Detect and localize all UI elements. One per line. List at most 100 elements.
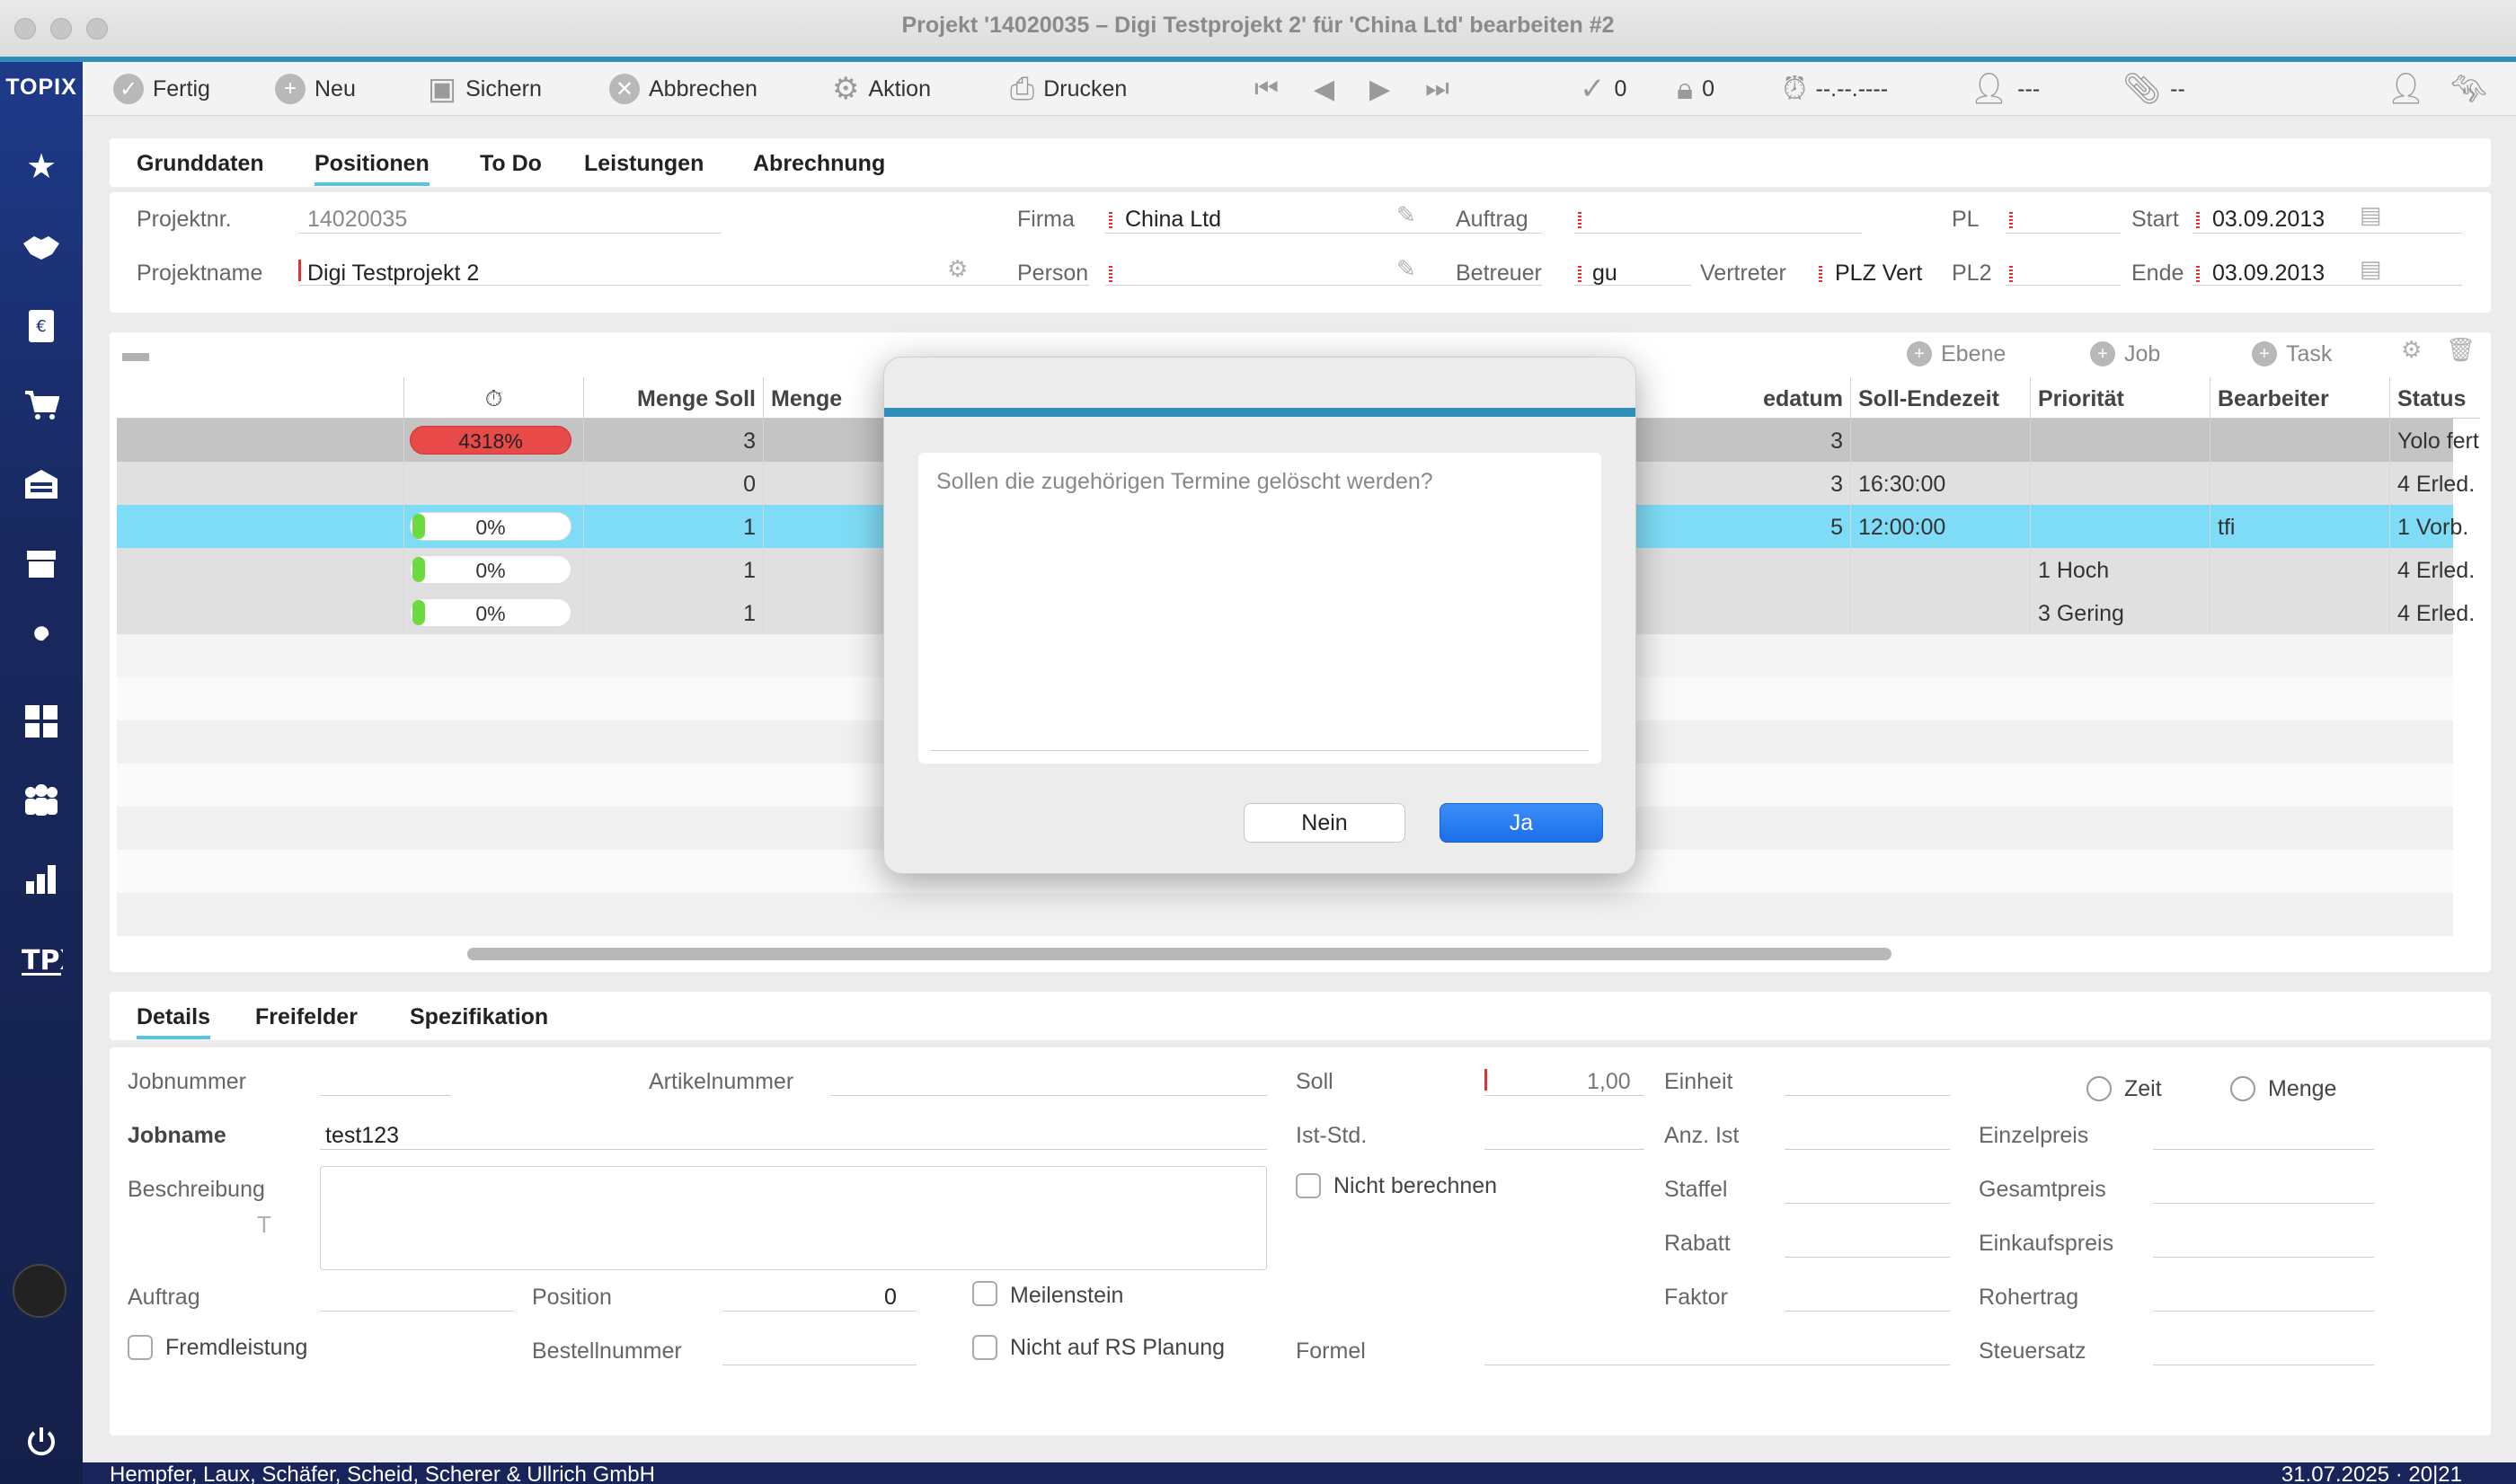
tpx-icon[interactable]: TPX [18,935,65,982]
lock-counter[interactable]: 🔒︎ 0 [1677,72,1714,106]
cell [1635,591,1851,634]
tab-todo[interactable]: To Do [480,151,542,177]
vertreter-value[interactable]: PLZ Vert [1835,261,1922,287]
faktor-field[interactable] [1785,1277,1950,1312]
action-button[interactable]: ⚙ Aktion [832,72,931,106]
wrench-icon[interactable] [18,619,65,666]
formel-field[interactable] [1484,1331,1950,1365]
pl-field[interactable] [2006,199,2121,234]
column-header[interactable] [117,377,404,419]
bestellnummer-field[interactable] [722,1331,917,1365]
archive-icon[interactable] [18,540,65,587]
horizontal-scrollbar[interactable] [467,948,1891,960]
user-field[interactable]: 👤︎ --- [1970,72,2040,106]
edit-pencil-icon[interactable]: ✎ [1396,255,1416,283]
save-button[interactable]: ▣ Sichern [428,72,542,106]
warehouse-icon[interactable] [18,461,65,508]
auftrag-field[interactable] [1574,199,1862,234]
add-ebene-button[interactable]: + Ebene [1907,338,2006,370]
tab-grunddaten[interactable]: Grunddaten [137,151,264,177]
steuersatz-field[interactable] [2153,1331,2374,1365]
column-header-edatum[interactable]: edatum [1635,377,1851,419]
gear-icon[interactable]: ⚙ [2401,336,2422,364]
column-header-prioritaet[interactable]: Priorität [2031,377,2210,419]
text-format-icon[interactable]: T [257,1211,271,1239]
stopwatch-icon[interactable]: ⏱ [404,377,584,419]
tab-positionen[interactable]: Positionen [314,151,430,186]
calculator-icon[interactable] [18,698,65,745]
auftrag-field[interactable] [320,1277,514,1312]
no-button[interactable]: Nein [1244,803,1405,843]
meilenstein-checkbox[interactable] [972,1281,997,1306]
power-icon[interactable] [18,1418,65,1465]
cell: 1 [584,591,764,634]
settings-gear-icon[interactable]: ⚙ [947,255,968,283]
add-job-button[interactable]: + Job [2090,338,2160,370]
staffel-field[interactable] [1785,1170,1950,1204]
nicht-berechnen-checkbox[interactable] [1296,1173,1321,1198]
einkaufspreis-label: Einkaufspreis [1979,1231,2114,1256]
jobname-field[interactable] [320,1116,1267,1150]
column-header-bearbeiter[interactable]: Bearbeiter [2210,377,2390,419]
calendar-icon[interactable]: ▤ [2360,201,2382,229]
bar-chart-icon[interactable] [18,856,65,903]
calendar-icon[interactable]: ▤ [2360,255,2382,283]
new-button[interactable]: + Neu [275,73,356,105]
pl2-label: PL2 [1952,261,1992,286]
rabatt-field[interactable] [1785,1223,1950,1258]
cell [2210,419,2390,462]
column-header-menge-soll[interactable]: Menge Soll [584,377,764,419]
einkaufspreis-field[interactable] [2153,1223,2374,1258]
pl2-field[interactable] [2006,252,2121,286]
tab-freifelder[interactable]: Freifelder [255,1004,358,1030]
einheit-field[interactable] [1785,1062,1950,1096]
column-header-endezeit[interactable]: Soll-Endezeit [1851,377,2031,419]
cell: 1 Vorb. [2390,505,2480,548]
tab-leistungen[interactable]: Leistungen [584,151,704,177]
gesamtpreis-field[interactable] [2153,1170,2374,1204]
cell [1851,548,2031,591]
rohertrag-field[interactable] [2153,1277,2374,1312]
fertig-button[interactable]: ✓ Fertig [113,73,210,105]
zeit-radio[interactable] [2086,1076,2112,1101]
trash-icon[interactable]: 🗑︎ [2446,336,2476,364]
person-label: Person [1017,261,1089,286]
alarm-date[interactable]: ⏰︎ --.--.---- [1783,72,1888,106]
star-icon[interactable]: ★ [18,143,65,190]
column-header-status[interactable]: Status [2390,377,2480,419]
yes-button[interactable]: Ja [1440,803,1603,843]
artikelnummer-field[interactable] [830,1062,1267,1096]
attachment-field[interactable]: 📎︎ -- [2122,72,2185,106]
betreuer-label: Betreuer [1456,261,1542,286]
tab-abrechnung[interactable]: Abrechnung [753,151,885,177]
handshake-icon[interactable] [18,224,65,270]
collapse-icon[interactable]: ▬ [122,338,149,368]
fremdleistung-checkbox[interactable] [128,1335,153,1360]
nicht-rs-planung-checkbox[interactable] [972,1335,997,1360]
anz-ist-field[interactable] [1785,1116,1950,1150]
avatar[interactable] [13,1264,66,1318]
tab-spezifikation[interactable]: Spezifikation [410,1004,548,1030]
tab-details[interactable]: Details [137,1004,210,1039]
ist-std-field[interactable] [1484,1116,1644,1150]
people-icon[interactable] [18,777,65,824]
next-record-icon[interactable]: ▶ [1369,73,1390,105]
einzelpreis-field[interactable] [2153,1116,2374,1150]
cart-icon[interactable] [18,382,65,428]
edit-pencil-icon[interactable]: ✎ [1396,201,1416,229]
menge-radio[interactable] [2230,1076,2255,1101]
previous-record-icon[interactable]: ◀ [1314,73,1334,105]
first-record-icon[interactable]: ⏮ [1254,73,1279,105]
cancel-button[interactable]: ✕ Abbrechen [609,73,757,105]
print-button[interactable]: ⎙ Drucken [1010,72,1127,106]
contact-icon[interactable]: 👤︎ [2387,72,2434,106]
start-value: 03.09.2013 [2212,207,2326,232]
checkmark-counter[interactable]: ✓ 0 [1580,72,1626,106]
beschreibung-textarea[interactable] [320,1166,1267,1270]
add-task-button[interactable]: + Task [2252,338,2332,370]
last-record-icon[interactable]: ⏭ [1425,73,1449,105]
jobnummer-field[interactable] [320,1062,451,1096]
sidebar: TOPIX ★ € TPX [0,62,83,1484]
kangaroo-icon[interactable]: 🦘︎ [2450,72,2497,106]
invoice-icon[interactable]: € [18,303,65,349]
